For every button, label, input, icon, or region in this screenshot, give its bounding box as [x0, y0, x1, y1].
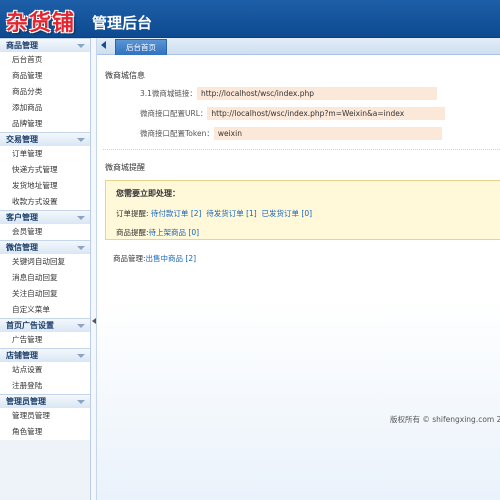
sidebar-item-admins[interactable]: 管理员管理: [0, 408, 90, 424]
sidebar-group-product[interactable]: 商品管理: [0, 38, 90, 52]
info-value: http://localhost/wsc/index.php: [196, 87, 437, 100]
sidebar-group-ads[interactable]: 首页广告设置: [0, 318, 90, 332]
main-content: 微商城信息 3.1微商城链接： http://localhost/wsc/inde…: [97, 55, 500, 500]
order-reminder-label: 订单提醒:: [116, 209, 149, 218]
sidebar-item-payment-settings[interactable]: 收款方式设置: [0, 194, 90, 210]
on-sale-count[interactable]: [2]: [185, 254, 196, 263]
sidebar-item-keyword-reply[interactable]: 关键词自动回复: [0, 254, 90, 270]
sidebar-item-message-reply[interactable]: 消息自动回复: [0, 270, 90, 286]
pending-payment-link[interactable]: 待付款订单: [151, 209, 189, 218]
collapse-arrow-icon[interactable]: [77, 246, 85, 250]
sidebar-group-trade[interactable]: 交易管理: [0, 132, 90, 146]
info-value: weixin: [213, 127, 442, 140]
info-label: 微商接口配置URL：: [140, 109, 208, 118]
pending-listing-count[interactable]: [0]: [188, 228, 199, 237]
info-row-link: 3.1微商城链接： http://localhost/wsc/index.php: [140, 87, 437, 100]
site-logo: 杂货铺: [6, 10, 76, 36]
reminder-section-title: 微商城提醒: [105, 163, 145, 172]
sidebar-group-wechat[interactable]: 微信管理: [0, 240, 90, 254]
top-header: 杂货铺 管理后台: [0, 0, 500, 38]
alert-box: 您需要立即处理： 订单提醒: 待付款订单 [2] 待发货订单 [1] 已发货订单…: [105, 180, 500, 240]
info-row-url: 微商接口配置URL： http://localhost/wsc/index.php…: [140, 107, 446, 120]
info-label: 微商接口配置Token：: [140, 129, 214, 138]
pending-listing-link[interactable]: 待上架商品: [149, 228, 187, 237]
info-row-token: 微商接口配置Token： weixin: [140, 127, 442, 140]
sidebar-item-home[interactable]: 后台首页: [0, 52, 90, 68]
product-mgmt-line: 商品管理:出售中商品 [2]: [113, 253, 196, 264]
sidebar: 商品管理 后台首页 商品管理 商品分类 添加商品 品牌管理 交易管理 订单管理 …: [0, 38, 91, 500]
collapse-left-icon[interactable]: [92, 318, 96, 324]
collapse-arrow-icon[interactable]: [77, 216, 85, 220]
divider: [103, 149, 500, 150]
shipped-count[interactable]: [0]: [301, 209, 312, 218]
sidebar-item-products[interactable]: 商品管理: [0, 68, 90, 84]
pending-payment-count[interactable]: [2]: [191, 209, 202, 218]
sidebar-item-follow-reply[interactable]: 关注自动回复: [0, 286, 90, 302]
sidebar-item-custom-menu[interactable]: 自定义菜单: [0, 302, 90, 318]
product-reminder-label: 商品提醒:: [116, 228, 149, 237]
product-reminder: 商品提醒:待上架商品 [0]: [116, 227, 199, 238]
collapse-arrow-icon[interactable]: [77, 138, 85, 142]
product-mgmt-label: 商品管理:: [113, 254, 146, 263]
info-section-title: 微商城信息: [105, 71, 145, 80]
collapse-arrow-icon[interactable]: [77, 44, 85, 48]
sidebar-item-shipping-methods[interactable]: 快递方式管理: [0, 162, 90, 178]
sidebar-item-members[interactable]: 会员管理: [0, 224, 90, 240]
pending-shipment-link[interactable]: 待发货订单: [206, 209, 244, 218]
sidebar-group-customer[interactable]: 客户管理: [0, 210, 90, 224]
tab-home[interactable]: 后台首页: [115, 39, 167, 55]
collapse-arrow-icon[interactable]: [77, 324, 85, 328]
tab-bar: 后台首页: [97, 38, 500, 55]
sidebar-item-site-settings[interactable]: 站点设置: [0, 362, 90, 378]
footer-copyright: 版权所有 © shifengxing.com 2: [390, 415, 500, 424]
sidebar-item-register-login[interactable]: 注册登陆: [0, 378, 90, 394]
order-reminder: 订单提醒: 待付款订单 [2] 待发货订单 [1] 已发货订单 [0]: [116, 208, 312, 219]
sidebar-item-roles[interactable]: 角色管理: [0, 424, 90, 440]
collapse-arrow-icon[interactable]: [77, 354, 85, 358]
on-sale-link[interactable]: 出售中商品: [146, 254, 184, 263]
shipped-link[interactable]: 已发货订单: [262, 209, 300, 218]
header-title: 管理后台: [92, 14, 153, 32]
sidebar-item-brands[interactable]: 品牌管理: [0, 116, 90, 132]
sidebar-group-admin[interactable]: 管理员管理: [0, 394, 90, 408]
sidebar-group-shop[interactable]: 店铺管理: [0, 348, 90, 362]
sidebar-item-ad-management[interactable]: 广告管理: [0, 332, 90, 348]
tab-scroll-left-icon[interactable]: [101, 41, 106, 49]
pending-shipment-count[interactable]: [1]: [246, 209, 257, 218]
sidebar-item-orders[interactable]: 订单管理: [0, 146, 90, 162]
sidebar-item-add-product[interactable]: 添加商品: [0, 100, 90, 116]
sidebar-item-ship-address[interactable]: 发货地址管理: [0, 178, 90, 194]
info-value: http://localhost/wsc/index.php?m=Weixin&…: [207, 107, 446, 120]
collapse-arrow-icon[interactable]: [77, 400, 85, 404]
info-label: 3.1微商城链接：: [140, 89, 197, 98]
sidebar-item-categories[interactable]: 商品分类: [0, 84, 90, 100]
alert-heading: 您需要立即处理：: [116, 189, 180, 198]
